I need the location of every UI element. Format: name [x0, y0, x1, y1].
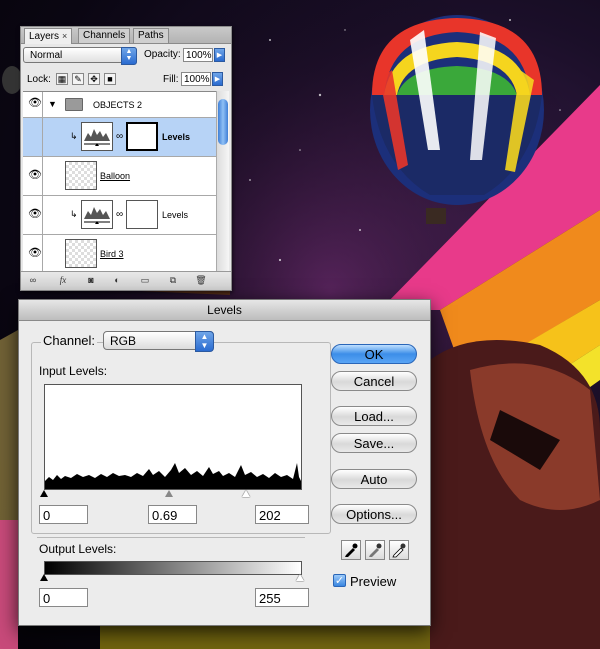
scrollbar-thumb[interactable]	[218, 99, 228, 145]
gray-eyedropper-icon[interactable]	[365, 540, 385, 560]
clip-arrow-icon: ↳	[70, 209, 78, 219]
levels-histogram-icon	[81, 200, 113, 229]
input-levels-label: Input Levels:	[39, 364, 108, 378]
folder-icon[interactable]: ▭	[137, 274, 153, 287]
divider	[37, 537, 305, 538]
output-white-field[interactable]: 255	[255, 588, 309, 607]
output-gradient-bar	[44, 561, 302, 575]
channel-value: RGB	[110, 334, 137, 348]
tab-layers-label: Layers	[29, 31, 60, 42]
visibility-column: 👁	[23, 196, 43, 234]
blend-row: Normal ▲ ▼ Opacity: 100% ▶	[23, 46, 229, 66]
blend-mode-value: Normal	[30, 50, 63, 61]
layer-list: 👁 ▼ OBJECTS 2 ↳ ∞ Levels 👁 Balloon 👁 ↳ ∞…	[23, 91, 217, 272]
mask-icon[interactable]: ◙	[83, 274, 99, 287]
output-black-field[interactable]: 0	[39, 588, 88, 607]
input-black-field[interactable]: 0	[39, 505, 88, 524]
eye-icon[interactable]: 👁	[28, 170, 42, 181]
load-button[interactable]: Load...	[331, 406, 417, 426]
layer-list-scrollbar[interactable]	[216, 91, 229, 271]
fill-label: Fill:	[163, 74, 179, 85]
output-levels-label: Output Levels:	[39, 542, 117, 556]
layers-panel: Layers × Channels Paths Normal ▲ ▼ Opacity…	[20, 26, 232, 291]
eye-icon[interactable]: 👁	[28, 248, 42, 259]
output-black-slider[interactable]	[40, 574, 48, 581]
link-icon[interactable]: ∞	[116, 209, 123, 220]
input-white-field[interactable]: 202	[255, 505, 309, 524]
link-icon[interactable]: ∞	[116, 131, 123, 142]
auto-button[interactable]: Auto	[331, 469, 417, 489]
panel-tab-bar: Layers × Channels Paths	[21, 27, 231, 44]
levels-dialog: Levels Channel: RGB ▲ ▼ Input Levels: 0 0…	[18, 299, 431, 626]
input-black-slider[interactable]	[40, 490, 48, 497]
mask-thumbnail	[126, 200, 158, 229]
layer-row-group[interactable]: 👁 ▼ OBJECTS 2	[23, 92, 217, 118]
visibility-column: 👁	[23, 92, 43, 117]
lock-transparent-icon[interactable]: ▦	[56, 73, 68, 85]
lock-all-icon[interactable]: ■	[104, 73, 116, 85]
dialog-title: Levels	[19, 300, 430, 321]
layer-name: Bird 3	[100, 249, 124, 259]
trash-icon[interactable]: 🗑	[193, 274, 209, 287]
eye-icon[interactable]: 👁	[28, 209, 42, 220]
layer-name: Balloon	[100, 171, 131, 181]
lock-move-icon[interactable]: ✥	[88, 73, 100, 85]
levels-histogram-icon	[81, 122, 113, 151]
blend-mode-select[interactable]: Normal ▲ ▼	[23, 47, 137, 65]
chevron-updown-icon: ▲ ▼	[121, 47, 137, 65]
histogram	[44, 384, 302, 490]
options-button[interactable]: Options...	[331, 504, 417, 524]
chevron-updown-icon: ▲ ▼	[195, 331, 214, 352]
visibility-column: 👁	[23, 235, 43, 272]
new-layer-icon[interactable]: ⧉	[165, 274, 181, 287]
adjustment-icon[interactable]: ◐	[109, 274, 125, 287]
lock-label: Lock:	[27, 74, 51, 85]
close-icon[interactable]: ×	[62, 31, 67, 41]
input-gamma-slider[interactable]	[165, 490, 173, 497]
preview-checkbox[interactable]: ✓	[333, 574, 346, 587]
output-white-slider[interactable]	[296, 574, 304, 581]
disclosure-triangle-icon[interactable]: ▼	[48, 99, 57, 109]
tab-paths[interactable]: Paths	[133, 28, 169, 43]
clip-arrow-icon: ↳	[70, 131, 78, 141]
layer-thumbnail	[65, 239, 97, 268]
layer-row-bird-3[interactable]: 👁 Bird 3	[23, 235, 217, 272]
fill-input[interactable]: 100%	[181, 72, 211, 86]
channel-select[interactable]: RGB ▲ ▼	[103, 331, 214, 352]
layer-name: Levels	[162, 210, 189, 220]
visibility-column	[23, 118, 43, 156]
white-eyedropper-icon[interactable]	[389, 540, 409, 560]
visibility-column: 👁	[23, 157, 43, 195]
histogram-graph	[45, 463, 301, 489]
tab-channels[interactable]: Channels	[78, 28, 131, 43]
eye-icon[interactable]: 👁	[28, 98, 42, 109]
layer-row-levels-selected[interactable]: ↳ ∞ Levels	[23, 118, 217, 157]
ok-button[interactable]: OK	[331, 344, 417, 364]
lock-brush-icon[interactable]: ✎	[72, 73, 84, 85]
layer-row-levels[interactable]: 👁 ↳ ∞ Levels	[23, 196, 217, 235]
cancel-button[interactable]: Cancel	[331, 371, 417, 391]
layer-name: OBJECTS 2	[93, 100, 143, 110]
mask-thumbnail	[126, 122, 158, 151]
opacity-label: Opacity:	[144, 49, 181, 60]
input-white-slider[interactable]	[242, 490, 250, 497]
layer-thumbnail	[65, 161, 97, 190]
folder-icon	[65, 98, 83, 111]
save-button[interactable]: Save...	[331, 433, 417, 453]
input-gamma-field[interactable]: 0.69	[148, 505, 197, 524]
layer-row-balloon[interactable]: 👁 Balloon	[23, 157, 217, 196]
panel-footer: ∞ fx ◙ ◐ ▭ ⧉ 🗑	[21, 271, 231, 290]
opacity-slider-arrow-icon[interactable]: ▶	[214, 48, 225, 62]
link-layers-icon[interactable]: ∞	[25, 274, 41, 287]
fill-slider-arrow-icon[interactable]: ▶	[212, 72, 223, 86]
black-eyedropper-icon[interactable]	[341, 540, 361, 560]
fx-icon[interactable]: fx	[55, 274, 71, 287]
layer-name: Levels	[162, 132, 191, 142]
opacity-input[interactable]: 100%	[183, 48, 213, 62]
channel-label: Channel:	[41, 333, 98, 348]
tab-layers[interactable]: Layers ×	[24, 28, 73, 44]
preview-label: Preview	[350, 574, 397, 589]
